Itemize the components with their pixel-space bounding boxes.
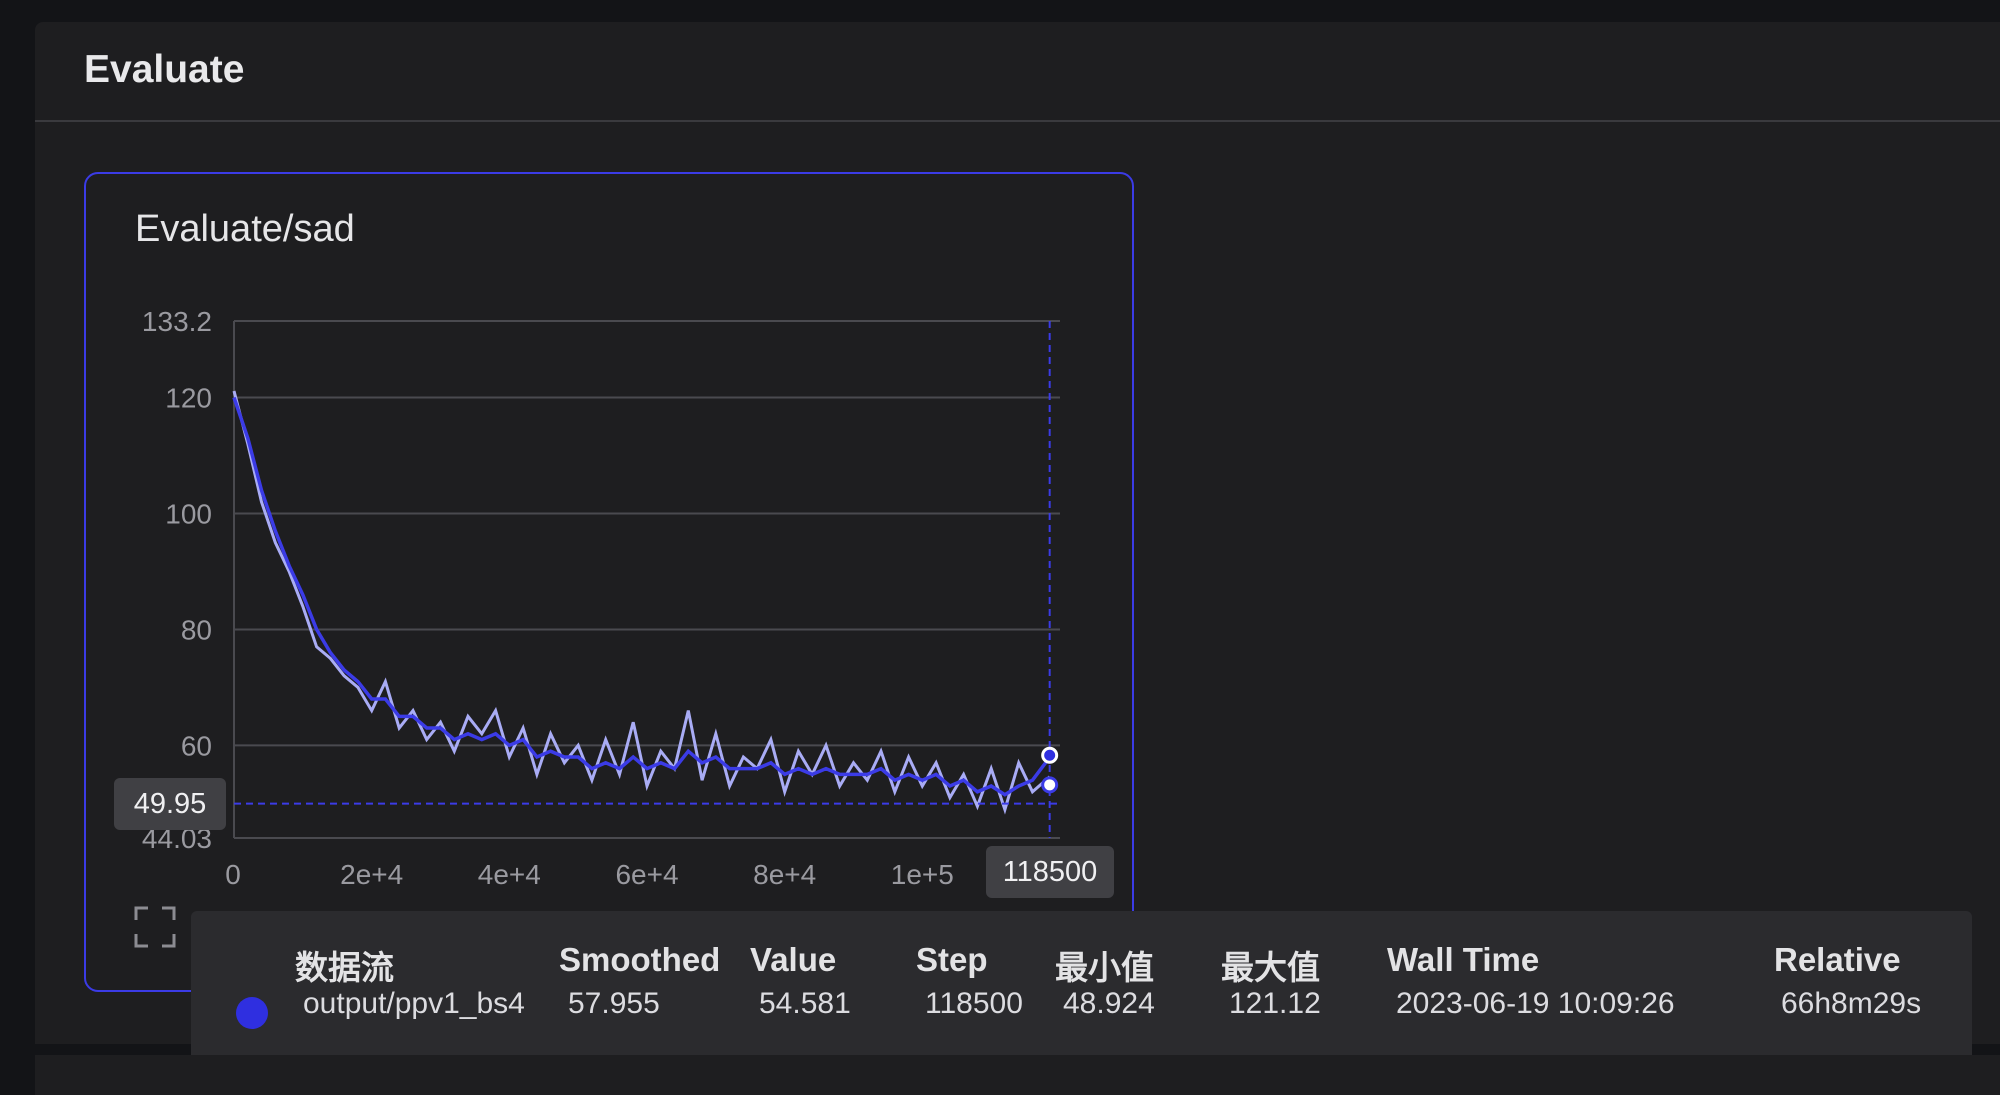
x-tick-label: 0: [225, 859, 241, 890]
row-value: 54.581: [759, 987, 851, 1020]
hover-marker-smoothed: [1041, 746, 1059, 764]
col-header-relative: Relative: [1774, 941, 1901, 978]
row-relative: 66h8m29s: [1781, 987, 1922, 1020]
raw-series-line: [232, 390, 1051, 815]
row-step: 118500: [925, 987, 1023, 1020]
y-tick-label: 120: [165, 383, 212, 414]
x-tick-label: 8e+4: [753, 859, 816, 890]
y-tick-label: 133.2: [142, 306, 212, 337]
fullscreen-icon[interactable]: [134, 906, 176, 948]
y-tick-label: 80: [181, 614, 212, 645]
hover-marker-raw: [1041, 776, 1059, 794]
row-smoothed: 57.955: [568, 987, 660, 1020]
col-header-stream: 数据流: [295, 949, 394, 986]
col-header-smoothed: Smoothed: [559, 941, 721, 978]
hover-tooltip: 数据流 Smoothed Value Step 最小值 最大值 Wall Tim…: [191, 911, 1972, 1076]
col-header-min: 最小值: [1055, 949, 1154, 986]
row-wall-time: 2023-06-19 10:09:26: [1396, 987, 1675, 1020]
hover-x-badge: 118500: [986, 846, 1114, 898]
x-tick-label: 4e+4: [478, 859, 541, 890]
smoothed-series-line: [232, 396, 1052, 797]
y-tick-label: 60: [181, 730, 212, 761]
y-tick-label: 100: [165, 498, 212, 529]
x-tick-label: 6e+4: [615, 859, 678, 890]
x-tick-label: 1e+5: [891, 859, 954, 890]
row-max: 121.12: [1229, 987, 1321, 1020]
row-min: 48.924: [1063, 987, 1155, 1020]
row-stream: output/ppv1_bs4: [303, 987, 525, 1020]
col-header-max: 最大值: [1221, 949, 1320, 986]
series-color-dot: [236, 997, 268, 1029]
col-header-wall-time: Wall Time: [1387, 941, 1540, 978]
x-tick-label: 2e+4: [340, 859, 403, 890]
hover-y-badge: 49.95: [114, 778, 226, 830]
col-header-step: Step: [916, 941, 988, 978]
col-header-value: Value: [750, 941, 837, 978]
next-panel-edge: [35, 1055, 2000, 1095]
